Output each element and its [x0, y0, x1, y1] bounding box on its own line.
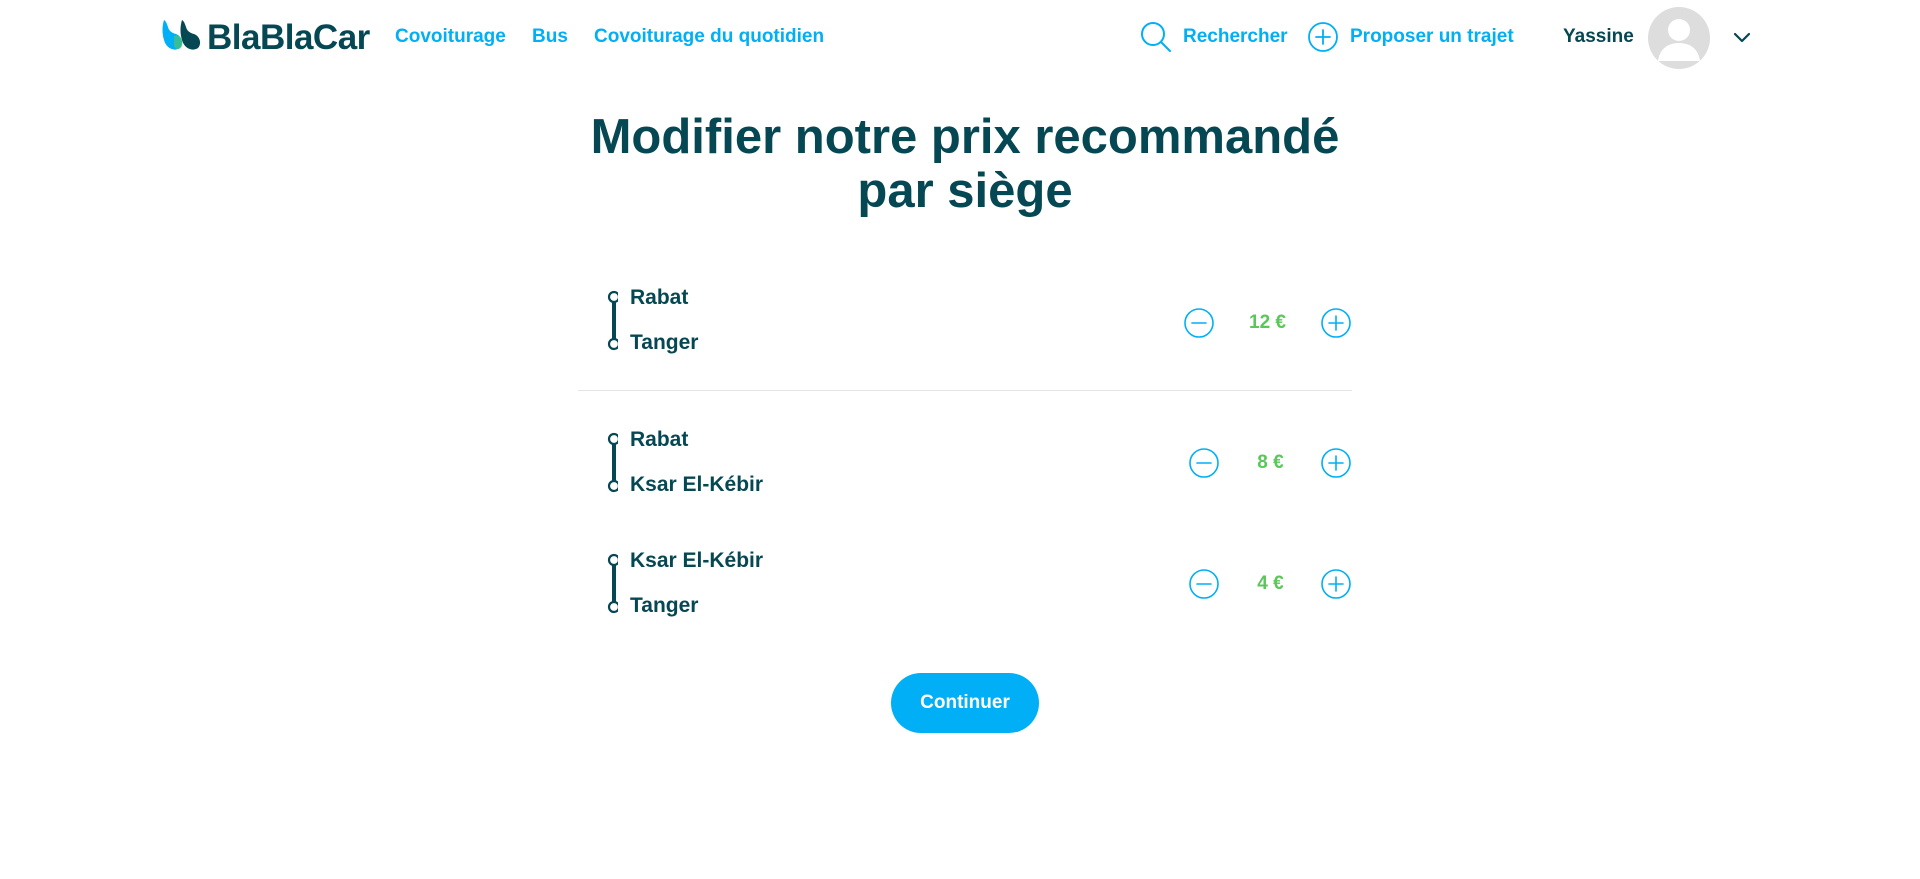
nav-link-covoiturage[interactable]: Covoiturage: [395, 26, 506, 48]
departure-city: Rabat: [630, 428, 689, 451]
nav-link-bus[interactable]: Bus: [532, 26, 568, 48]
segment-row: Ksar El-Kébir Tanger 4 €: [578, 546, 1352, 646]
decrease-price-button[interactable]: [1188, 447, 1220, 479]
top-navbar: BlaBlaCar Covoiturage Bus Covoiturage du…: [0, 0, 1920, 76]
search-icon: [1141, 22, 1171, 52]
blablacar-wordmark: BlaBlaCar: [207, 18, 370, 57]
segment-row: Rabat Tanger 12 €: [578, 283, 1352, 391]
avatar-placeholder-icon: [1658, 19, 1700, 61]
chevron-down-icon[interactable]: [1731, 27, 1753, 49]
decrease-price-button[interactable]: [1183, 307, 1215, 339]
page-title-line1: Modifier notre prix recommandé: [590, 110, 1340, 164]
continue-button[interactable]: Continuer: [891, 673, 1039, 733]
blablacar-logo[interactable]: BlaBlaCar: [160, 16, 370, 60]
nav-link-covoiturage-quotidien[interactable]: Covoiturage du quotidien: [594, 26, 824, 48]
plus-circle-icon: [1308, 22, 1338, 52]
decrease-price-button[interactable]: [1188, 568, 1220, 600]
increase-price-button[interactable]: [1320, 447, 1352, 479]
arrival-city: Ksar El-Kébir: [630, 473, 764, 496]
route-line-icon: [607, 432, 618, 493]
offer-ride-button[interactable]: Proposer un trajet: [1307, 21, 1514, 53]
departure-city: Ksar El-Kébir: [630, 549, 764, 572]
search-label: Rechercher: [1183, 26, 1288, 47]
price-value: 8 €: [1257, 452, 1284, 473]
arrival-city: Tanger: [630, 331, 699, 354]
increase-price-button[interactable]: [1320, 307, 1352, 339]
arrival-city: Tanger: [630, 594, 699, 617]
blablacar-logo-icon: [162, 20, 201, 50]
segment-row: Rabat Ksar El-Kébir 8 €: [578, 425, 1352, 525]
price-stepper: 12 €: [1177, 307, 1352, 339]
price-stepper: 4 €: [1177, 568, 1352, 600]
price-stepper: 8 €: [1177, 447, 1352, 479]
route-line-icon: [607, 553, 618, 614]
price-value: 12 €: [1249, 312, 1286, 333]
offer-ride-label: Proposer un trajet: [1350, 26, 1514, 47]
search-button[interactable]: Rechercher: [1140, 21, 1288, 53]
route-line-icon: [607, 290, 618, 351]
avatar[interactable]: [1648, 7, 1710, 69]
increase-price-button[interactable]: [1320, 568, 1352, 600]
user-name: Yassine: [1563, 26, 1634, 47]
page-title: Modifier notre prix recommandé par siège: [560, 110, 1370, 218]
departure-city: Rabat: [630, 286, 689, 309]
page-title-line2: par siège: [857, 164, 1073, 218]
price-value: 4 €: [1257, 573, 1284, 594]
